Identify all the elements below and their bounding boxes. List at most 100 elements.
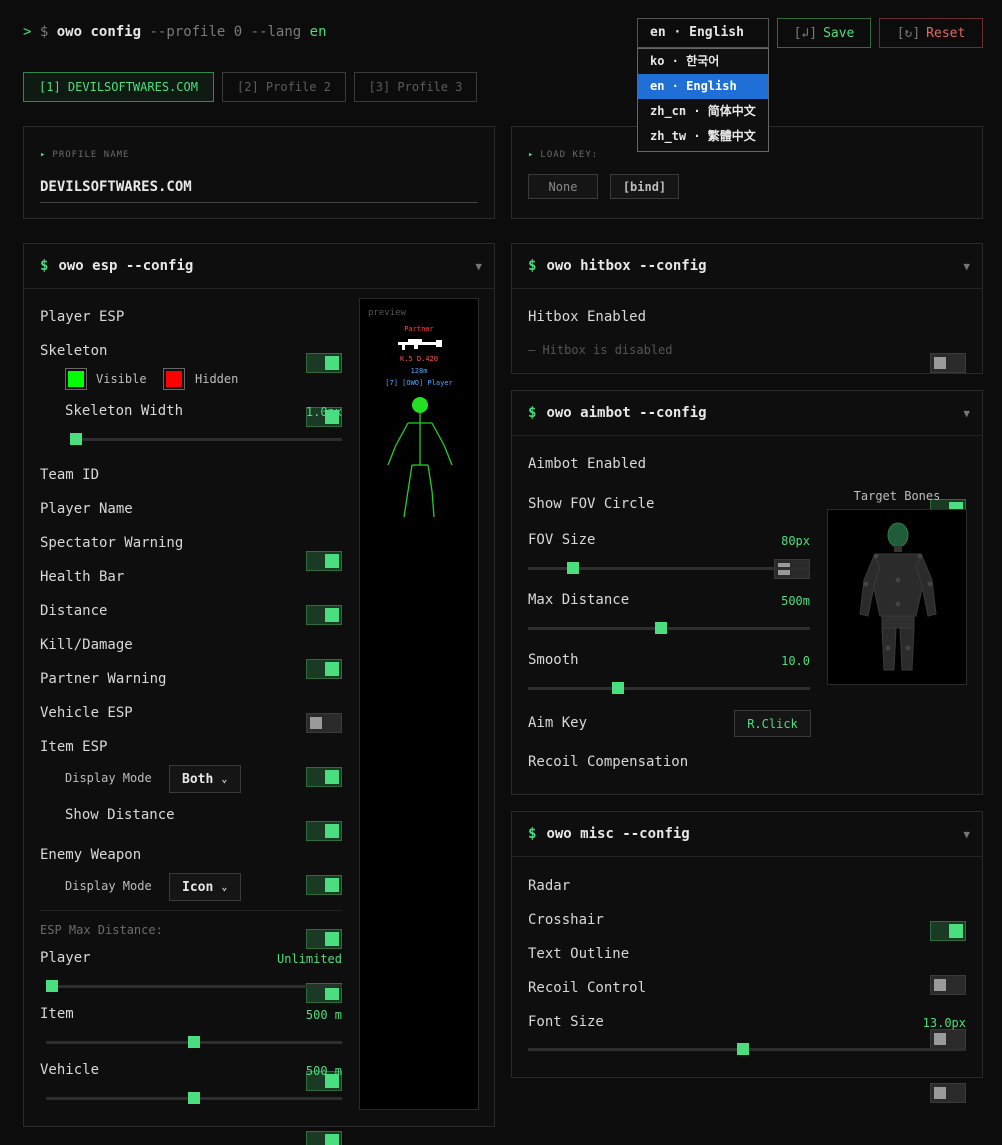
language-select[interactable]: en · English (637, 18, 769, 48)
hitbox-enabled-toggle[interactable] (930, 353, 966, 373)
max-distance-slider[interactable] (528, 622, 810, 634)
player-distance-value: Unlimited (276, 952, 342, 966)
smooth-label: Smooth (528, 652, 579, 668)
player-distance-slider[interactable] (46, 980, 342, 992)
item-display-mode-label: Display Mode (65, 771, 152, 785)
esp-panel-title: owo esp --config (58, 258, 194, 274)
team-id-label: Team ID (40, 467, 100, 483)
slider-thumb[interactable] (46, 980, 58, 992)
hidden-color-swatch[interactable] (163, 368, 185, 390)
weapon-display-mode-label: Display Mode (65, 879, 152, 893)
team-id-toggle[interactable] (306, 551, 342, 571)
weapon-icon (398, 339, 442, 350)
radar-label: Radar (528, 878, 571, 894)
esp-panel: $ owo esp --config ▼ Player ESP Skeleton … (23, 243, 495, 1145)
vehicle-esp-toggle[interactable] (306, 929, 342, 949)
misc-panel-title: owo misc --config (546, 826, 690, 842)
esp-preview: preview Partner K.5 D.420 128m [7] [OWO]… (359, 298, 479, 1110)
player-esp-toggle[interactable] (306, 353, 342, 373)
vehicle-distance-slider[interactable] (46, 1092, 342, 1104)
skeleton-preview-icon (387, 397, 453, 518)
item-display-mode-select[interactable]: Both ⌄ (169, 765, 241, 793)
hitbox-enabled-label: Hitbox Enabled (528, 309, 647, 325)
aimbot-panel-header[interactable]: $ owo aimbot --config (512, 391, 982, 436)
font-size-slider[interactable] (528, 1043, 966, 1055)
language-option-ko[interactable]: ko · 한국어 (638, 49, 768, 74)
recoil-control-label: Recoil Control (528, 980, 647, 996)
language-option-zh-cn[interactable]: zh_cn · 简体中文 (638, 99, 768, 124)
skeleton-width-slider[interactable] (70, 433, 342, 445)
language-option-en[interactable]: en · English (638, 74, 768, 99)
slider-thumb[interactable] (654, 622, 667, 634)
reset-button[interactable]: [↻] Reset (879, 18, 983, 48)
collapse-caret-icon[interactable]: ▼ (963, 260, 970, 273)
aimbot-panel: $ owo aimbot --config ▼ Aimbot Enabled Sh… (511, 390, 983, 858)
save-button[interactable]: [↲] Save (777, 18, 871, 48)
player-esp-label: Player ESP (40, 309, 125, 325)
fov-size-slider[interactable] (528, 562, 810, 574)
language-option-zh-tw[interactable]: zh_tw · 繁體中文 (638, 124, 768, 149)
tab-profile-2[interactable]: [2] Profile 2 (222, 72, 346, 102)
esp-panel-header[interactable]: $ owo esp --config (24, 244, 494, 289)
save-icon: [↲] (793, 25, 818, 41)
recoil-control-toggle[interactable] (930, 1083, 966, 1103)
collapse-caret-icon[interactable]: ▼ (963, 407, 970, 420)
vehicle-esp-label: Vehicle ESP (40, 705, 133, 721)
divider (40, 910, 342, 911)
item-distance-slider[interactable] (46, 1036, 342, 1048)
command-line: > $ owo config --profile 0 --lang en (23, 24, 327, 40)
crosshair-label: Crosshair (528, 912, 604, 928)
esp-max-distance-heading: ESP Max Distance: (40, 923, 163, 937)
item-distance-label: Item (40, 1006, 74, 1022)
enemy-weapon-label: Enemy Weapon (40, 847, 142, 863)
radar-toggle[interactable] (930, 921, 966, 941)
spectator-warning-label: Spectator Warning (40, 535, 184, 551)
recoil-compensation-label: Recoil Compensation (528, 754, 689, 770)
player-name-toggle[interactable] (306, 605, 342, 625)
target-bones-picker[interactable] (827, 509, 967, 685)
slider-thumb[interactable] (188, 1036, 200, 1048)
text-outline-label: Text Outline (528, 946, 630, 962)
language-dropdown: ko · 한국어 en · English zh_cn · 简体中文 zh_tw… (637, 48, 769, 152)
font-size-label: Font Size (528, 1014, 604, 1030)
distance-toggle[interactable] (306, 767, 342, 787)
visible-label: Visible (96, 372, 147, 386)
misc-panel-header[interactable]: $ owo misc --config (512, 812, 982, 857)
slider-thumb[interactable] (70, 433, 82, 445)
crosshair-toggle[interactable] (930, 975, 966, 995)
weapon-display-mode-select[interactable]: Icon ⌄ (169, 873, 241, 901)
player-distance-label: Player (40, 950, 91, 966)
health-bar-toggle[interactable] (306, 713, 342, 733)
skeleton-width-label: Skeleton Width (65, 403, 184, 419)
partner-warning-toggle[interactable] (306, 875, 342, 895)
aim-key-button[interactable]: R.Click (734, 710, 811, 737)
enemy-weapon-toggle[interactable] (306, 1131, 342, 1145)
visible-color-swatch[interactable] (65, 368, 87, 390)
chevron-down-icon: ⌄ (221, 881, 228, 893)
hitbox-panel-title: owo hitbox --config (546, 258, 707, 274)
reset-icon: [↻] (896, 25, 921, 41)
kill-damage-label: Kill/Damage (40, 637, 133, 653)
tab-profile-3[interactable]: [3] Profile 3 (354, 72, 477, 102)
collapse-caret-icon[interactable]: ▼ (475, 260, 482, 273)
hidden-label: Hidden (195, 372, 239, 386)
load-key-value[interactable]: None (528, 174, 598, 199)
partner-warning-label: Partner Warning (40, 671, 167, 687)
profile-name-input[interactable]: DEVILSOFTWARES.COM (40, 179, 478, 203)
kill-damage-toggle[interactable] (306, 821, 342, 841)
collapse-caret-icon[interactable]: ▼ (963, 828, 970, 841)
hitbox-panel-header[interactable]: $ owo hitbox --config (512, 244, 982, 289)
slider-thumb[interactable] (736, 1043, 749, 1055)
preview-partner: Partner (404, 325, 434, 333)
bind-button[interactable]: [bind] (610, 174, 679, 199)
slider-thumb[interactable] (567, 562, 580, 574)
body-silhouette-icon (859, 522, 937, 671)
smooth-slider[interactable] (528, 682, 810, 694)
text-outline-toggle[interactable] (930, 1029, 966, 1049)
health-bar-label: Health Bar (40, 569, 125, 585)
slider-thumb[interactable] (188, 1092, 200, 1104)
tab-profile-1[interactable]: [1] DEVILSOFTWARES.COM (23, 72, 214, 102)
spectator-warning-toggle[interactable] (306, 659, 342, 679)
slider-thumb[interactable] (612, 682, 625, 694)
vehicle-distance-label: Vehicle (40, 1062, 100, 1078)
